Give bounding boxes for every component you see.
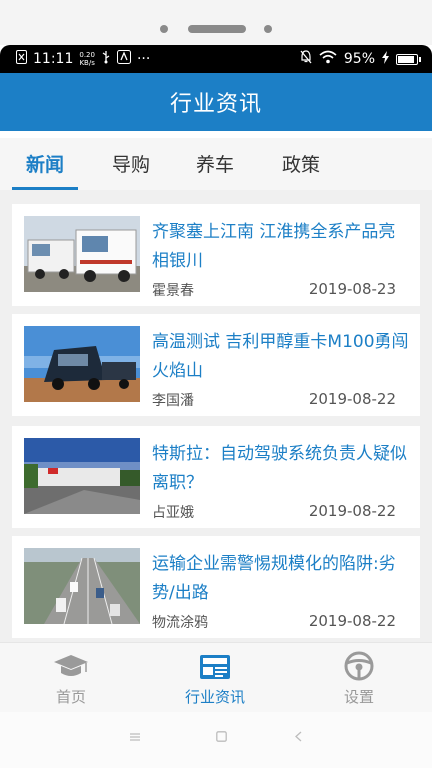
article-thumbnail — [24, 216, 140, 292]
nav-industry-news[interactable]: 行业资讯 — [160, 643, 270, 713]
system-nav-bar — [0, 712, 432, 768]
article-item[interactable]: 运输企业需警惕规模化的陷阱:劣势/出路 物流涂鸦 2019-08-22 — [12, 536, 420, 638]
network-speed: 0.20 KB/s — [79, 51, 95, 67]
menu-icon[interactable] — [130, 730, 140, 746]
nav-home-label: 首页 — [55, 688, 86, 706]
bottom-navigation: 首页 行业资讯 设置 — [0, 642, 432, 712]
article-title: 齐聚塞上江南 江淮携全系产品亮相银川 — [152, 222, 396, 271]
article-author: 霍景春 — [152, 283, 194, 299]
battery-percent: 95% — [343, 51, 375, 67]
tab-news-label: 新闻 — [25, 154, 64, 176]
category-tabs: 新闻 导购 养车 政策 — [0, 138, 432, 190]
mute-icon — [300, 50, 312, 68]
sensor-dot — [160, 25, 168, 33]
wifi-icon — [319, 50, 337, 68]
article-date: 2019-08-22 — [308, 502, 396, 520]
article-author: 占亚娥 — [152, 505, 194, 521]
article-title: 特斯拉：自动驾驶系统负责人疑似离职？ — [152, 444, 407, 493]
device-top-bezel — [0, 0, 432, 45]
usb-icon — [101, 50, 111, 68]
nav-settings[interactable]: 设置 — [304, 643, 414, 713]
nav-industry-news-label: 行业资讯 — [184, 688, 245, 706]
network-speed-value: 0.20 — [79, 51, 95, 59]
article-item[interactable]: 齐聚塞上江南 江淮携全系产品亮相银川 霍景春 2019-08-23 — [12, 204, 420, 306]
article-author: 李国潘 — [152, 393, 194, 409]
status-bar: 11:11 0.20 KB/s ··· 95% — [0, 45, 432, 73]
tab-care-label: 养车 — [195, 154, 234, 176]
article-date: 2019-08-23 — [308, 280, 396, 298]
nav-home[interactable]: 首页 — [16, 643, 126, 713]
article-date: 2019-08-22 — [308, 390, 396, 408]
article-title: 高温测试 吉利甲醇重卡M100勇闯火焰山 — [152, 332, 409, 381]
article-thumbnail — [24, 326, 140, 402]
page-title: 行业资讯 — [169, 92, 262, 117]
article-thumbnail — [24, 548, 140, 624]
charging-icon — [382, 50, 389, 68]
home-icon[interactable] — [216, 730, 227, 746]
more-notifications: ··· — [136, 51, 151, 67]
camera-dot — [264, 25, 272, 33]
steering-wheel-icon — [341, 651, 377, 681]
battery-fill — [398, 55, 414, 63]
sim-icon — [16, 50, 27, 68]
article-list[interactable]: 齐聚塞上江南 江淮携全系产品亮相银川 霍景春 2019-08-23 高温测试 吉… — [0, 190, 432, 642]
back-icon[interactable] — [294, 730, 302, 746]
tab-guide-label: 导购 — [111, 154, 150, 176]
article-item[interactable]: 特斯拉：自动驾驶系统负责人疑似离职？ 占亚娥 2019-08-22 — [12, 426, 420, 528]
newspaper-icon — [197, 651, 233, 681]
graduation-cap-icon — [53, 651, 89, 681]
article-item[interactable]: 高温测试 吉利甲醇重卡M100勇闯火焰山 李国潘 2019-08-22 — [12, 314, 420, 416]
speaker-grille — [188, 25, 246, 33]
nav-settings-label: 设置 — [343, 688, 374, 706]
network-speed-unit: KB/s — [79, 59, 95, 67]
tab-policy-label: 政策 — [281, 154, 320, 176]
tab-care[interactable]: 养车 — [184, 138, 246, 190]
article-title: 运输企业需警惕规模化的陷阱:劣势/出路 — [152, 554, 396, 603]
app-header: 行业资讯 — [0, 73, 432, 131]
status-time: 11:11 — [33, 51, 74, 67]
tab-guide[interactable]: 导购 — [100, 138, 162, 190]
tab-news[interactable]: 新闻 — [12, 138, 78, 190]
article-author: 物流涂鸦 — [152, 615, 208, 631]
article-date: 2019-08-22 — [308, 612, 396, 630]
notification-app-icon — [116, 50, 131, 68]
battery-icon — [396, 53, 421, 65]
tab-policy[interactable]: 政策 — [270, 138, 332, 190]
article-thumbnail — [24, 438, 140, 514]
